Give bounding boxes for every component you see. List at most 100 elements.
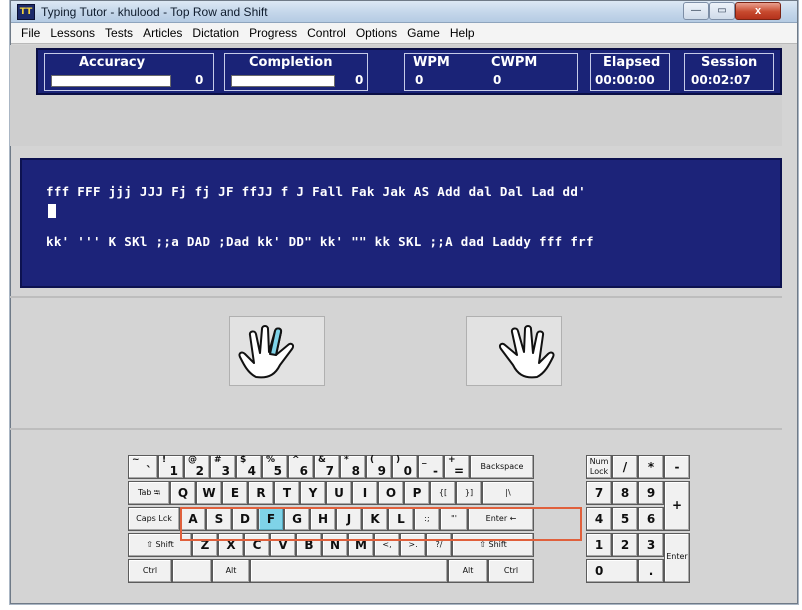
key-w[interactable]: W — [196, 481, 222, 505]
cwpm-value: 0 — [493, 73, 502, 87]
lesson-text-panel[interactable]: fff FFF jjj JJJ Fj fj JF ffJJ f J Fall F… — [20, 158, 782, 288]
key-label-top: ! — [162, 455, 167, 465]
key-label-bottom: = — [453, 464, 464, 478]
key-space[interactable] — [250, 559, 448, 583]
key-tab[interactable]: Tab ⭾ — [128, 481, 170, 505]
title-bar: TT Typing Tutor - khulood - Top Row and … — [11, 1, 797, 23]
key-backtick[interactable]: ~ ` — [128, 455, 158, 479]
cwpm-label: CWPM — [491, 55, 538, 70]
key-numpad-8[interactable]: 8 — [612, 481, 638, 505]
key-backspace[interactable]: Backspace — [470, 455, 534, 479]
key-e[interactable]: E — [222, 481, 248, 505]
menu-progress[interactable]: Progress — [245, 26, 303, 40]
key-6[interactable]: ^ 6 — [288, 455, 314, 479]
key-label-top: ( — [370, 455, 375, 465]
key-r[interactable]: R — [248, 481, 274, 505]
menu-control[interactable]: Control — [303, 26, 352, 40]
key-numpad-6[interactable]: 6 — [638, 507, 664, 531]
key-i[interactable]: I — [352, 481, 378, 505]
key-q[interactable]: Q — [170, 481, 196, 505]
accuracy-value: 0 — [195, 73, 204, 87]
key-left-alt[interactable]: Alt — [212, 559, 250, 583]
key-label-top: ) — [396, 455, 401, 465]
key-right-alt[interactable]: Alt — [448, 559, 488, 583]
key-windows[interactable] — [172, 559, 212, 583]
key-numpad-7[interactable]: 7 — [586, 481, 612, 505]
menu-tests[interactable]: Tests — [101, 26, 139, 40]
key-1[interactable]: ! 1 — [158, 455, 184, 479]
key-left-ctrl[interactable]: Ctrl — [128, 559, 172, 583]
key-numpad-dot[interactable]: . — [638, 559, 664, 583]
key-label-bottom: 4 — [247, 464, 256, 478]
key-0[interactable]: ) 0 — [392, 455, 418, 479]
key-u[interactable]: U — [326, 481, 352, 505]
key-numpad-4[interactable]: 4 — [586, 507, 612, 531]
key-numpad-star[interactable]: * — [638, 455, 664, 479]
elapsed-label: Elapsed — [603, 55, 661, 70]
key-4[interactable]: $4 — [236, 455, 262, 479]
key-numpad-0[interactable]: 0 — [586, 559, 638, 583]
key-numpad-1[interactable]: 1 — [586, 533, 612, 557]
key-t[interactable]: T — [274, 481, 300, 505]
key-numpad-plus[interactable]: + — [664, 481, 690, 531]
key-2[interactable]: @2 — [184, 455, 210, 479]
close-button[interactable]: x — [735, 2, 781, 20]
key-numpad-5[interactable]: 5 — [612, 507, 638, 531]
key-right-ctrl[interactable]: Ctrl — [488, 559, 534, 583]
elapsed-value: 00:00:00 — [595, 73, 655, 87]
menu-game[interactable]: Game — [403, 26, 446, 40]
key-label-bottom: 6 — [299, 464, 308, 478]
completion-label: Completion — [249, 55, 333, 70]
completion-bar — [231, 75, 335, 87]
key-label-bottom: ` — [146, 464, 152, 478]
completion-stat: Completion 0 — [224, 53, 368, 91]
key-label-bottom: - — [433, 464, 438, 478]
wpm-label: WPM — [413, 55, 450, 70]
key-label-top: $ — [240, 455, 247, 465]
key-label-bottom: 5 — [273, 464, 282, 478]
menu-help[interactable]: Help — [446, 26, 481, 40]
menu-articles[interactable]: Articles — [139, 26, 188, 40]
menu-dictation[interactable]: Dictation — [188, 26, 245, 40]
lesson-line-2: kk' ''' K SKl ;;a DAD ;Dad kk' DD" kk' "… — [46, 234, 594, 249]
key-label-bottom: 8 — [351, 464, 360, 478]
key-minus[interactable]: _ - — [418, 455, 444, 479]
key-label-top: _ — [422, 455, 427, 465]
key-numpad-9[interactable]: 9 — [638, 481, 664, 505]
key-9[interactable]: (9 — [366, 455, 392, 479]
key-5[interactable]: % 5 — [262, 455, 288, 479]
key-o[interactable]: O — [378, 481, 404, 505]
window-title: Typing Tutor - khulood - Top Row and Shi… — [41, 5, 268, 19]
key-label-bottom: 7 — [325, 464, 334, 478]
key-3[interactable]: #3 — [210, 455, 236, 479]
key-8[interactable]: * 8 — [340, 455, 366, 479]
key-label-top: ^ — [292, 455, 300, 465]
key-caps-lock[interactable]: Caps Lck — [128, 507, 180, 531]
key-numpad-enter[interactable]: Enter — [664, 533, 690, 583]
key-p[interactable]: P — [404, 481, 430, 505]
right-hand-icon — [498, 325, 555, 379]
minimize-button[interactable]: — — [683, 2, 709, 20]
key-label-top: * — [344, 455, 349, 465]
menu-file[interactable]: File — [17, 26, 46, 40]
key-left-bracket[interactable]: {[ — [430, 481, 456, 505]
key-right-bracket[interactable]: }] — [456, 481, 482, 505]
key-equals[interactable]: + = — [444, 455, 470, 479]
key-numpad-3[interactable]: 3 — [638, 533, 664, 557]
key-label-bottom: 2 — [195, 464, 204, 478]
key-7[interactable]: & 7 — [314, 455, 340, 479]
menu-options[interactable]: Options — [352, 26, 403, 40]
key-y[interactable]: Y — [300, 481, 326, 505]
key-numpad-slash[interactable]: / — [612, 455, 638, 479]
key-label-bottom: 0 — [403, 464, 412, 478]
menu-lessons[interactable]: Lessons — [46, 26, 101, 40]
key-numpad-minus[interactable]: - — [664, 455, 690, 479]
completion-value: 0 — [355, 73, 364, 87]
session-stat: Session 00:02:07 — [684, 53, 774, 91]
key-num-lock[interactable]: Num Lock — [586, 455, 612, 479]
home-row-outline — [180, 507, 582, 541]
maximize-button[interactable]: ▭ — [709, 2, 735, 20]
key-backslash[interactable]: |\ — [482, 481, 534, 505]
key-numpad-2[interactable]: 2 — [612, 533, 638, 557]
key-label-bottom: 3 — [221, 464, 230, 478]
